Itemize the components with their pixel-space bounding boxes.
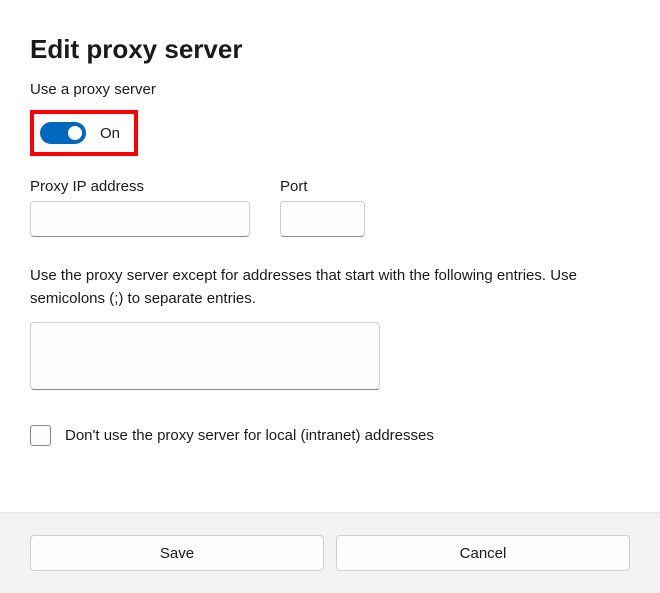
dialog-title: Edit proxy server bbox=[30, 34, 630, 65]
edit-proxy-dialog: Edit proxy server Use a proxy server On … bbox=[0, 0, 660, 446]
cancel-button[interactable]: Cancel bbox=[336, 535, 630, 571]
proxy-ip-input[interactable] bbox=[30, 201, 250, 237]
proxy-toggle[interactable] bbox=[40, 122, 86, 144]
toggle-knob-icon bbox=[68, 126, 82, 140]
dialog-footer: Save Cancel bbox=[0, 512, 660, 593]
highlight-annotation: On bbox=[30, 110, 138, 156]
port-field-group: Port bbox=[280, 178, 365, 237]
ip-label: Proxy IP address bbox=[30, 178, 250, 195]
exception-description: Use the proxy server except for addresse… bbox=[30, 265, 630, 310]
toggle-state-label: On bbox=[100, 125, 120, 142]
use-proxy-label: Use a proxy server bbox=[30, 81, 630, 98]
save-button[interactable]: Save bbox=[30, 535, 324, 571]
local-bypass-checkbox[interactable] bbox=[30, 425, 51, 446]
local-bypass-label: Don't use the proxy server for local (in… bbox=[65, 427, 434, 444]
exceptions-textarea[interactable] bbox=[30, 322, 380, 390]
proxy-fields-row: Proxy IP address Port bbox=[30, 178, 630, 237]
local-bypass-row: Don't use the proxy server for local (in… bbox=[30, 425, 630, 446]
ip-field-group: Proxy IP address bbox=[30, 178, 250, 237]
port-label: Port bbox=[280, 178, 365, 195]
proxy-port-input[interactable] bbox=[280, 201, 365, 237]
